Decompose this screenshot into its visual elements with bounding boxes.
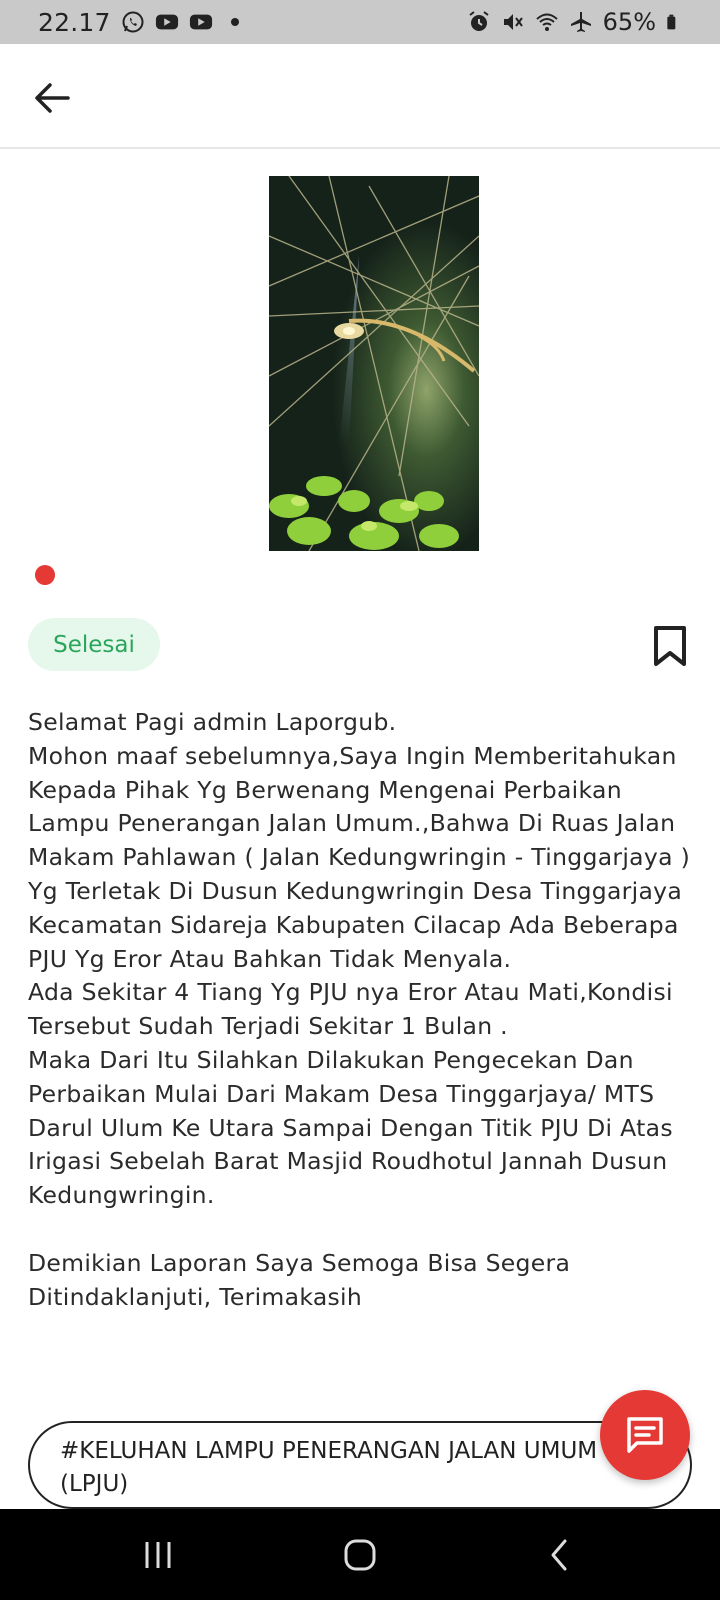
report-paragraph: Maka Dari Itu Silahkan Dilakukan Pengece… <box>28 1045 673 1210</box>
report-photo[interactable] <box>269 176 479 551</box>
report-paragraph: Ada Sekitar 4 Tiang Yg PJU nya Eror Atau… <box>28 978 673 1041</box>
bookmark-icon <box>654 626 686 666</box>
alarm-icon <box>469 11 489 31</box>
battery-percent: 65% <box>602 8 656 36</box>
red-indicator-dot <box>35 565 55 585</box>
report-paragraph: Mohon maaf sebelumnya,Saya Ingin Memberi… <box>28 741 691 973</box>
back-button[interactable] <box>28 74 76 122</box>
whatsapp-icon <box>122 11 144 33</box>
home-button[interactable] <box>300 1509 420 1600</box>
mute-icon <box>503 14 523 30</box>
status-right: 65% <box>467 8 682 36</box>
dot-icon <box>230 18 239 26</box>
recent-apps-button[interactable] <box>98 1509 218 1600</box>
airplane-icon <box>570 12 591 32</box>
category-tag[interactable]: #KELUHAN LAMPU PENERANGAN JALAN UMUM (LP… <box>28 1421 692 1509</box>
category-label: #KELUHAN LAMPU PENERANGAN JALAN UMUM (LP… <box>60 1438 598 1497</box>
system-nav-bar <box>0 1509 720 1600</box>
chat-icon <box>627 1417 663 1453</box>
home-icon <box>344 1539 376 1570</box>
report-paragraph: Selamat Pagi admin Laporgub. <box>28 708 397 736</box>
status-time: 22.17 <box>38 7 111 37</box>
recent-apps-icon <box>145 1541 171 1568</box>
chat-button[interactable] <box>600 1390 690 1480</box>
report-paragraph: Demikian Laporan Saya Semoga Bisa Segera… <box>28 1248 571 1311</box>
back-nav-button[interactable] <box>500 1509 620 1600</box>
arrow-left-icon <box>35 83 70 113</box>
status-badge: Selesai <box>28 618 160 671</box>
youtube-icon <box>189 14 212 30</box>
battery-icon <box>667 14 676 30</box>
app-bar <box>0 44 720 149</box>
street-lamp-photo <box>269 176 479 551</box>
youtube-icon <box>155 14 178 30</box>
report-description: Selamat Pagi admin Laporgub. Mohon maaf … <box>28 706 698 1314</box>
status-left: 22.17 <box>38 8 247 37</box>
bookmark-button[interactable] <box>648 622 692 670</box>
back-chevron-icon <box>551 1539 567 1570</box>
wifi-icon <box>535 13 558 31</box>
status-bar: 22.17 65% <box>0 0 720 44</box>
